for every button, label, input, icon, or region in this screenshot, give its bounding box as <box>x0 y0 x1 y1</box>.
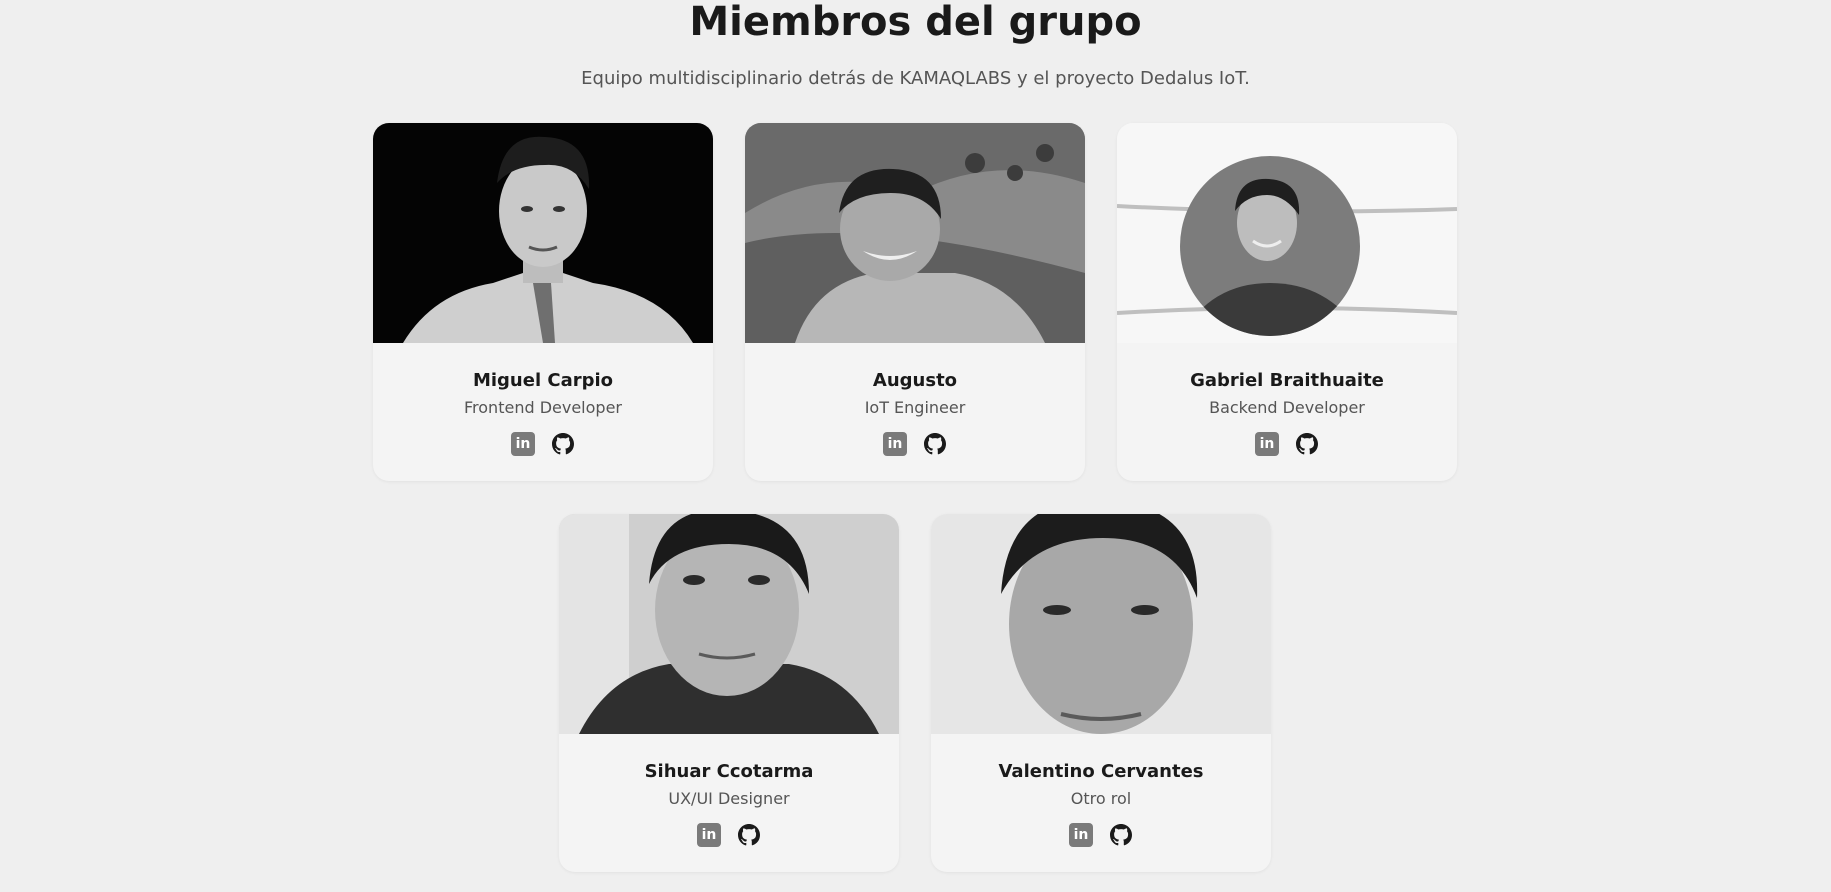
github-icon[interactable] <box>736 822 762 848</box>
github-icon[interactable] <box>1294 431 1320 457</box>
member-photo <box>559 514 899 734</box>
member-role: IoT Engineer <box>864 398 966 417</box>
member-name: Valentino Cervantes <box>998 761 1204 782</box>
member-role: Otro rol <box>1070 789 1132 808</box>
github-icon[interactable] <box>1108 822 1134 848</box>
team-page: Miembros del grupo Equipo multidisciplin… <box>0 0 1831 892</box>
member-photo <box>1117 123 1457 343</box>
github-icon[interactable] <box>550 431 576 457</box>
page-title: Miembros del grupo <box>689 0 1142 45</box>
member-name: Miguel Carpio <box>472 370 614 391</box>
linkedin-icon[interactable]: in <box>1068 822 1094 848</box>
member-photo <box>931 514 1271 734</box>
member-name: Sihuar Ccotarma <box>644 761 814 782</box>
linkedin-icon[interactable]: in <box>882 431 908 457</box>
member-card-valentino-cervantes: Valentino Cervantes Otro rol in <box>931 514 1271 872</box>
linkedin-icon[interactable]: in <box>1254 431 1280 457</box>
member-role: UX/UI Designer <box>668 789 790 808</box>
member-card-miguel-carpio: Miguel Carpio Frontend Developer in <box>373 123 713 481</box>
linkedin-icon[interactable]: in <box>510 431 536 457</box>
page-subtitle: Equipo multidisciplinario detrás de KAMA… <box>581 68 1250 89</box>
member-photo <box>745 123 1085 343</box>
member-card-sihuar-ccotarma: Sihuar Ccotarma UX/UI Designer in <box>559 514 899 872</box>
member-card-gabriel-braithuaite: Gabriel Braithuaite Backend Developer in <box>1117 123 1457 481</box>
member-photo <box>373 123 713 343</box>
member-role: Backend Developer <box>1209 398 1365 417</box>
member-name: Gabriel Braithuaite <box>1190 370 1384 391</box>
linkedin-icon[interactable]: in <box>696 822 722 848</box>
member-name: Augusto <box>872 370 958 391</box>
member-role: Frontend Developer <box>464 398 622 417</box>
github-icon[interactable] <box>922 431 948 457</box>
member-card-augusto: Augusto IoT Engineer in <box>745 123 1085 481</box>
